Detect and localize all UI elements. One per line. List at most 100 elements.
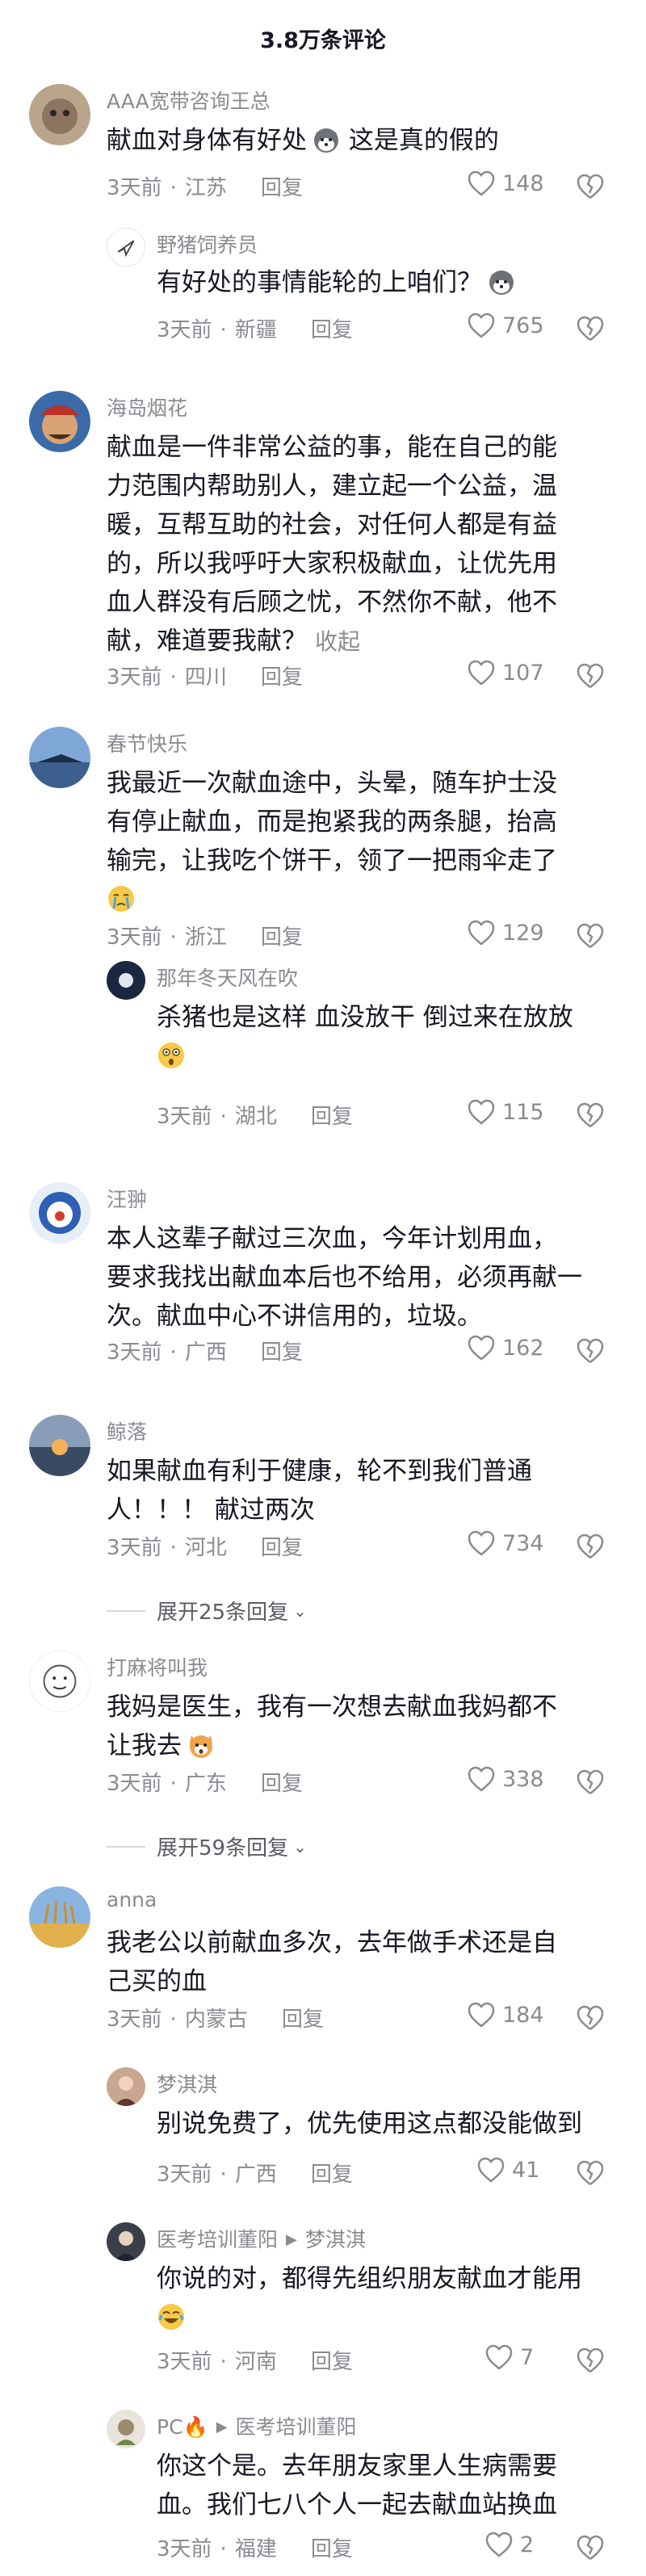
reply-arrow-icon: ▶ <box>286 2231 297 2248</box>
reply-button[interactable]: 回复 <box>261 1536 303 1560</box>
reply-button[interactable]: 回复 <box>261 1772 303 1796</box>
broken-heart-icon <box>577 1338 604 1363</box>
broken-heart-icon <box>577 2347 604 2373</box>
avatar[interactable] <box>29 1651 90 1712</box>
avatar[interactable] <box>29 727 90 788</box>
avatar[interactable] <box>29 1182 90 1244</box>
broken-heart-icon <box>577 923 604 948</box>
comment-author[interactable]: anna <box>107 1888 157 1911</box>
heart-icon <box>468 1335 495 1361</box>
comment-author[interactable]: 鲸落 <box>107 1416 147 1445</box>
avatar[interactable] <box>107 228 145 266</box>
like-button[interactable]: 338 <box>467 1765 544 1793</box>
reply-to-name[interactable]: 梦淇淇 <box>305 2228 366 2251</box>
laughing-emoji-icon <box>157 2302 186 2331</box>
comment-author[interactable]: 梦淇淇 <box>157 2069 217 2098</box>
like-button[interactable]: 184 <box>467 2001 544 2028</box>
chevron-down-icon: ⌄ <box>293 1836 307 1856</box>
comment-author[interactable]: 那年冬天风在吹 <box>157 963 298 992</box>
reply-button[interactable]: 回复 <box>311 1105 353 1129</box>
comment-meta: 3天前 · 广东 回复 <box>107 1772 303 1796</box>
comment-meta: 3天前 · 河北 回复 <box>107 1536 303 1560</box>
avatar[interactable] <box>107 2410 145 2448</box>
comment-author[interactable]: 汪翀 <box>107 1184 147 1213</box>
comment-author[interactable]: AAA宽带咨询王总 <box>107 86 271 115</box>
divider <box>107 1609 145 1612</box>
husky-emoji-icon <box>312 125 341 154</box>
dislike-button[interactable] <box>575 1767 606 1798</box>
comment-text: 献血是一件非常公益的事，能在自己的能 力范围内帮助别人，建立起一个公益，温 暖，… <box>107 433 557 656</box>
reply-button[interactable]: 回复 <box>311 2350 353 2374</box>
reply-button[interactable]: 回复 <box>311 318 353 342</box>
dislike-button[interactable] <box>575 2158 606 2188</box>
comment-author[interactable]: 野猪饲养员 <box>157 229 258 258</box>
reply-button[interactable]: 回复 <box>282 2008 324 2032</box>
heart-icon <box>485 2344 513 2370</box>
like-button[interactable]: 7 <box>484 2343 534 2371</box>
dislike-button[interactable] <box>575 171 606 202</box>
comment-meta: 3天前 · 广西 回复 <box>157 2163 353 2187</box>
avatar[interactable] <box>107 961 145 1000</box>
broken-heart-icon <box>577 2535 604 2560</box>
reply-button[interactable]: 回复 <box>311 2163 353 2187</box>
expand-replies-button[interactable]: 展开59条回复 ⌄ <box>107 1831 307 1861</box>
reply-button[interactable]: 回复 <box>311 2537 353 2561</box>
comment-author[interactable]: 海岛烟花 <box>107 392 187 422</box>
comment-meta: 3天前 · 江苏 回复 <box>107 176 303 200</box>
heart-icon <box>485 2532 513 2557</box>
heart-icon <box>468 2002 495 2028</box>
like-button[interactable]: 129 <box>467 919 544 946</box>
dislike-button[interactable] <box>575 1336 606 1366</box>
comment-author[interactable]: 春节快乐 <box>107 728 187 757</box>
shocked-emoji-icon <box>157 1041 186 1070</box>
like-count: 148 <box>502 170 544 196</box>
comment-text: 我老公以前献血多次，去年做手术还是自 己买的血 <box>107 1928 557 1996</box>
comments-header: 3.8万条评论 <box>0 0 646 73</box>
like-button[interactable]: 148 <box>467 170 544 197</box>
dislike-button[interactable] <box>575 921 606 951</box>
comment-text: 有好处的事情能轮的上咱们？ <box>157 263 609 302</box>
like-button[interactable]: 734 <box>467 1529 544 1557</box>
like-button[interactable]: 41 <box>476 2156 539 2184</box>
heart-icon <box>477 2157 505 2183</box>
like-button[interactable]: 107 <box>467 659 544 686</box>
avatar[interactable] <box>107 2067 145 2106</box>
dislike-button[interactable] <box>575 2345 606 2376</box>
comment-text: 我妈是医生，我有一次想去献血我妈都不 让我去 <box>107 1693 557 1760</box>
broken-heart-icon <box>577 316 604 341</box>
reply-button[interactable]: 回复 <box>261 1340 303 1365</box>
comment-author[interactable]: 打麻将叫我 <box>107 1652 208 1681</box>
avatar[interactable] <box>107 2222 145 2261</box>
comment-meta: 3天前 · 福建 回复 <box>157 2537 353 2561</box>
avatar[interactable] <box>29 1886 90 1948</box>
dislike-button[interactable] <box>575 1531 606 1562</box>
expand-replies-button[interactable]: 展开25条回复 ⌄ <box>107 1596 307 1626</box>
reply-to-name[interactable]: 医考培训董阳 <box>236 2415 357 2439</box>
dislike-button[interactable] <box>575 2003 606 2033</box>
avatar[interactable] <box>29 391 90 452</box>
comment-meta: 3天前 · 浙江 回复 <box>107 925 303 950</box>
comment-text: 你说的对，都得先组织朋友献血才能用 <box>157 2259 625 2337</box>
dislike-button[interactable] <box>575 661 606 691</box>
comment-text: 本人这辈子献过三次血，今年计划用血， 要求我找出献血本后也不给用，必须再献一 次… <box>107 1224 582 1331</box>
avatar[interactable] <box>29 84 90 145</box>
dislike-button[interactable] <box>575 2532 606 2563</box>
dislike-button[interactable] <box>575 313 606 344</box>
like-button[interactable]: 765 <box>467 312 544 339</box>
reply-button[interactable]: 回复 <box>261 176 303 200</box>
like-button[interactable]: 162 <box>467 1334 544 1361</box>
like-button[interactable]: 115 <box>467 1098 544 1126</box>
avatar[interactable] <box>29 1415 90 1476</box>
reply-button[interactable]: 回复 <box>261 665 303 690</box>
reply-arrow-icon: ▶ <box>216 2419 228 2435</box>
collapse-button[interactable]: 收起 <box>315 628 360 655</box>
heart-icon <box>468 1530 495 1556</box>
heart-icon <box>468 1099 495 1125</box>
comment-meta: 3天前 · 广西 回复 <box>107 1340 303 1365</box>
comment-location: 江苏 <box>184 176 227 200</box>
comment-author: PC🔥 ▶ 医考培训董阳 <box>157 2415 357 2439</box>
like-button[interactable]: 2 <box>484 2531 534 2558</box>
reply-button[interactable]: 回复 <box>261 925 303 950</box>
heart-icon <box>468 1766 495 1792</box>
dislike-button[interactable] <box>575 1100 606 1131</box>
